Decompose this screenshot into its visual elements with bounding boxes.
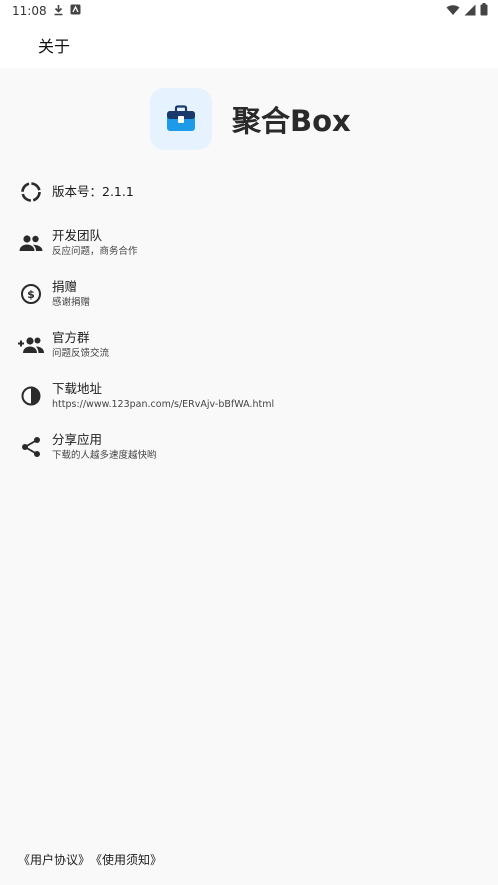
- share-icon: [18, 434, 44, 460]
- dev-team-item[interactable]: 开发团队 反应问题，商务合作: [0, 217, 498, 268]
- dev-team-subtitle: 反应问题，商务合作: [52, 245, 138, 257]
- version-item[interactable]: 版本号：2.1.1: [0, 166, 498, 217]
- version-icon: [18, 179, 44, 205]
- status-left: 11:08: [12, 4, 81, 19]
- status-time: 11:08: [12, 4, 47, 18]
- download-address-item[interactable]: 下载地址 https://www.123pan.com/s/ERvAjv-bBf…: [0, 370, 498, 421]
- signal-icon: [464, 4, 476, 19]
- usage-notice-link[interactable]: 《使用须知》: [90, 851, 162, 868]
- toolbox-icon: [167, 105, 195, 131]
- app-bar: 关于: [0, 22, 498, 68]
- app-logo: [150, 88, 212, 150]
- official-group-title: 官方群: [52, 329, 90, 345]
- official-group-subtitle: 问题反馈交流: [52, 347, 110, 359]
- version-label: 版本号：2.1.1: [52, 183, 134, 199]
- share-app-item[interactable]: 分享应用 下载的人越多速度越快哟: [0, 421, 498, 472]
- battery-icon: [480, 3, 488, 19]
- donate-subtitle: 感谢捐赠: [52, 296, 91, 308]
- donate-item[interactable]: $ 捐赠 感谢捐赠: [0, 268, 498, 319]
- status-right: [446, 3, 488, 19]
- status-bar: 11:08: [0, 0, 498, 22]
- footer-links: 《用户协议》 《使用须知》: [18, 851, 162, 868]
- dollar-icon: $: [18, 281, 44, 307]
- dev-team-title: 开发团队: [52, 227, 103, 243]
- page-title: 关于: [38, 37, 71, 56]
- people-icon: [18, 230, 44, 256]
- svg-text:$: $: [27, 288, 35, 301]
- official-group-item[interactable]: 官方群 问题反馈交流: [0, 319, 498, 370]
- wifi-icon: [446, 4, 460, 19]
- share-app-title: 分享应用: [52, 431, 103, 447]
- user-agreement-link[interactable]: 《用户协议》: [18, 851, 90, 868]
- download-icon: [53, 4, 64, 19]
- app-name: 聚合Box: [232, 104, 351, 138]
- contrast-icon: [18, 383, 44, 409]
- about-list: 版本号：2.1.1 开发团队 反应问题，商务合作 $ 捐赠 感谢捐赠 官方群 问…: [0, 166, 498, 472]
- share-app-subtitle: 下载的人越多速度越快哟: [52, 449, 157, 461]
- donate-title: 捐赠: [52, 278, 78, 294]
- group-add-icon: [18, 332, 44, 358]
- notification-icon: [70, 4, 81, 18]
- app-header: 聚合Box: [150, 88, 351, 150]
- download-address-url: https://www.123pan.com/s/ERvAjv-bBfWA.ht…: [52, 398, 275, 410]
- download-address-title: 下载地址: [52, 380, 103, 396]
